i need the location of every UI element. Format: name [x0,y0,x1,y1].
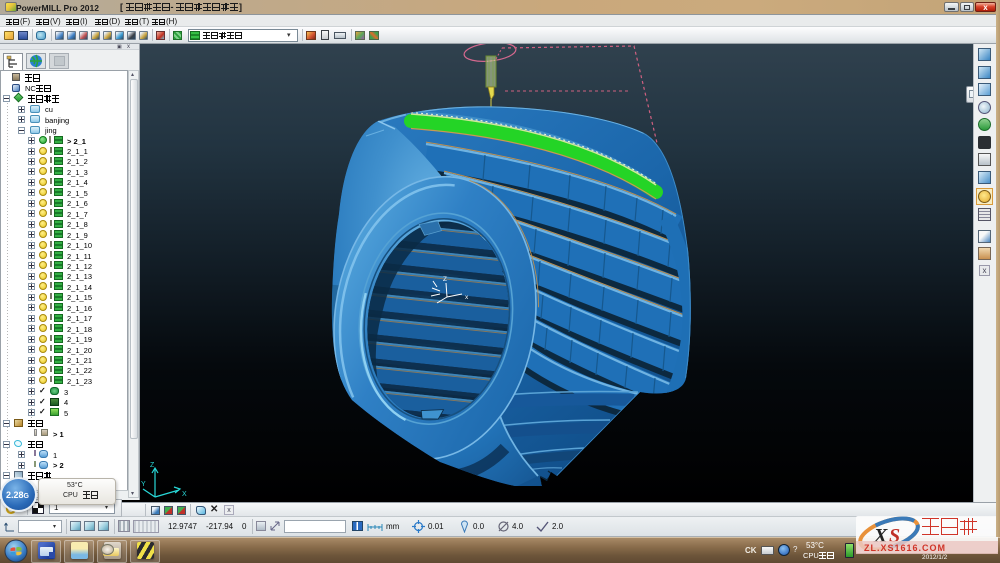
svg-text:X: X [182,491,187,498]
svg-text:Z: Z [443,276,447,283]
svg-text:Z: Z [150,462,155,469]
svg-text:Y: Y [141,481,146,488]
